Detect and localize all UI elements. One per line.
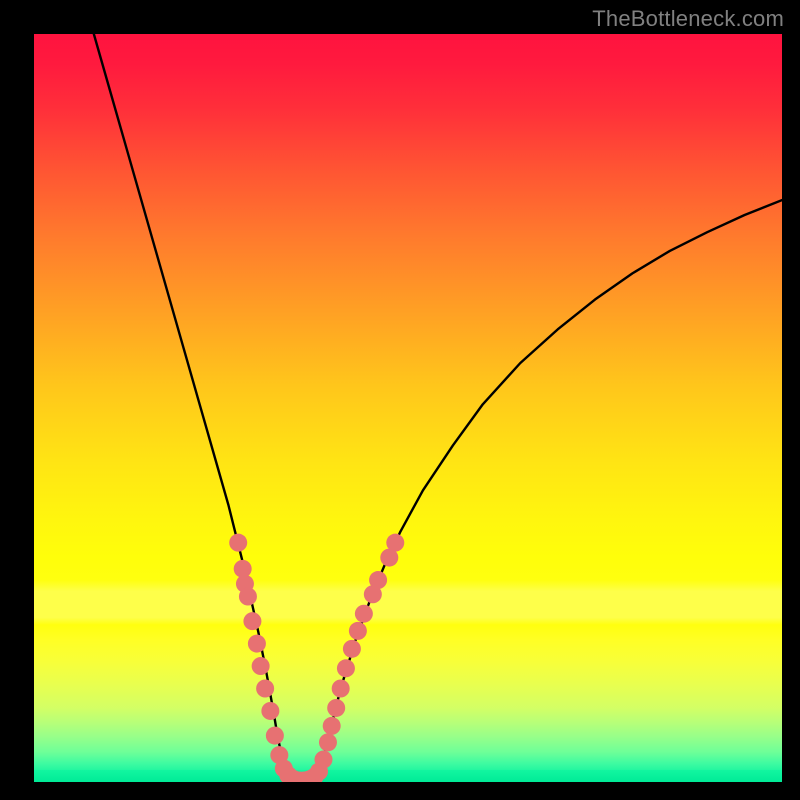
data-marker xyxy=(229,534,247,552)
bottleneck-curve xyxy=(94,34,782,781)
data-marker xyxy=(252,657,270,675)
plot-area xyxy=(34,34,782,782)
data-marker xyxy=(369,571,387,589)
chart-frame: TheBottleneck.com xyxy=(0,0,800,800)
data-marker xyxy=(239,588,257,606)
data-marker xyxy=(314,751,332,769)
watermark-text: TheBottleneck.com xyxy=(592,6,784,32)
data-marker xyxy=(355,605,373,623)
data-marker xyxy=(323,717,341,735)
data-marker xyxy=(327,699,345,717)
data-marker xyxy=(337,659,355,677)
data-marker xyxy=(248,635,266,653)
data-marker xyxy=(243,612,261,630)
data-marker xyxy=(256,680,274,698)
data-marker xyxy=(266,727,284,745)
data-marker xyxy=(343,640,361,658)
data-marker xyxy=(332,680,350,698)
data-marker xyxy=(261,702,279,720)
data-marker xyxy=(349,622,367,640)
curve-layer xyxy=(34,34,782,782)
data-marker xyxy=(319,733,337,751)
data-marker xyxy=(386,534,404,552)
